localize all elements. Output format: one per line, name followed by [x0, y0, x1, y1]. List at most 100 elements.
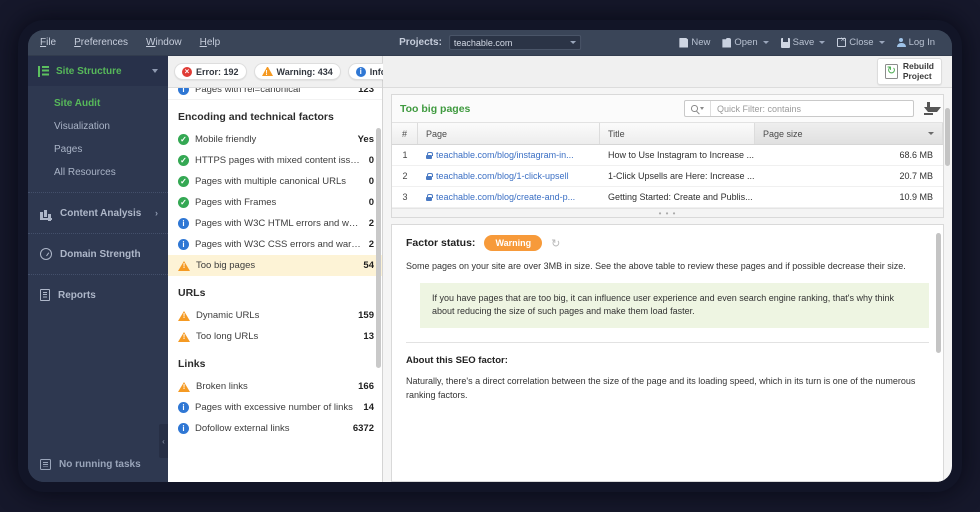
factor-value: Yes [357, 134, 374, 145]
toolbar-save-label: Save [792, 37, 815, 48]
factor-row-w3c-css[interactable]: Pages with W3C CSS errors and warnings 2 [168, 234, 382, 255]
factors-scrollbar[interactable] [376, 128, 381, 368]
factor-value: 0 [368, 197, 374, 208]
menu-window[interactable]: Window [146, 37, 182, 48]
factor-row-too-big-pages[interactable]: Too big pages 54 [168, 255, 382, 276]
table-row[interactable]: 1 teachable.com/blog/instagram-in... How… [392, 145, 943, 166]
running-tasks-status[interactable]: No running tasks [28, 446, 168, 482]
project-dropdown[interactable]: teachable.com [448, 35, 581, 50]
gauge-icon [40, 248, 52, 260]
sidebar-item-site-audit[interactable]: Site Audit [28, 92, 168, 115]
sidebar-section-site-structure[interactable]: Site Structure [28, 56, 168, 86]
row-page-size: 68.6 MB [899, 150, 933, 160]
row-number: 3 [402, 192, 408, 202]
sidebar-item-domain-strength[interactable]: Domain Strength [28, 234, 168, 274]
results-table-title: Too big pages [400, 102, 471, 115]
status-badge-label: Warning: 434 [276, 66, 333, 77]
open-folder-icon [722, 37, 732, 48]
sidebar-collapse-handle[interactable]: ‹ [159, 424, 168, 458]
factor-row-dynamic-urls[interactable]: Dynamic URLs 159 [168, 305, 382, 326]
rebuild-line1: Rebuild [902, 60, 934, 71]
sidebar-item-content-analysis[interactable]: Content Analysis › [28, 193, 168, 233]
column-header-title[interactable]: Title [600, 123, 755, 144]
factor-row-clipped[interactable]: Pages with rel=canonical 123 [168, 88, 382, 100]
info-icon [178, 402, 189, 413]
sidebar-item-all-resources[interactable]: All Resources [28, 161, 168, 184]
search-icon [691, 105, 698, 112]
sidebar-item-pages[interactable]: Pages [28, 138, 168, 161]
chevron-down-icon[interactable] [152, 69, 158, 73]
warning-icon [178, 381, 190, 392]
refresh-icon[interactable]: ↻ [551, 237, 560, 250]
detail-body: Too big pages Quick Filter: contains # P… [383, 88, 952, 482]
rebuild-project-button[interactable]: Rebuild Project [876, 57, 942, 86]
detail-panel: Rebuild Project Too big pages [383, 56, 952, 482]
factor-row-w3c-html[interactable]: Pages with W3C HTML errors and warnin...… [168, 213, 382, 234]
panel-resize-grip[interactable]: • • • [392, 208, 943, 218]
chevron-down-icon[interactable] [762, 41, 769, 44]
factor-row-too-long-urls[interactable]: Too long URLs 13 [168, 326, 382, 347]
success-icon [178, 155, 189, 166]
toolbar-save-button[interactable]: Save [776, 35, 831, 50]
sidebar-subitems: Site Audit Visualization Pages All Resou… [28, 86, 168, 193]
sidebar-item-reports[interactable]: Reports [28, 275, 168, 315]
status-badge-warning[interactable]: Warning: 434 [253, 63, 341, 80]
tasks-icon [40, 458, 51, 470]
toolbar-close-label: Close [849, 37, 874, 48]
menu-help[interactable]: Help [200, 37, 221, 48]
detail-scrollbar[interactable] [936, 233, 941, 353]
factor-value: 2 [368, 239, 374, 250]
factor-row-broken-links[interactable]: Broken links 166 [168, 376, 382, 397]
search-icon-group[interactable] [685, 101, 711, 116]
row-page-link[interactable]: teachable.com/blog/instagram-in... [436, 150, 574, 160]
factor-group-title: Links [178, 358, 206, 370]
toolbar-close-button[interactable]: Close [832, 35, 889, 50]
table-row[interactable]: 2 teachable.com/blog/1-click-upsell 1-Cl… [392, 166, 943, 187]
chevron-down-icon[interactable] [878, 41, 885, 44]
toolbar-open-label: Open [734, 37, 758, 48]
menu-file[interactable]: File [40, 37, 56, 48]
close-box-icon [837, 35, 847, 47]
factor-row-multiple-canonical[interactable]: Pages with multiple canonical URLs 0 [168, 171, 382, 192]
lock-icon [426, 172, 433, 180]
report-icon [40, 289, 50, 301]
chevron-right-icon: › [155, 208, 158, 218]
column-header-page-size[interactable]: Page size [755, 123, 943, 144]
sidebar-group-reports: Reports [28, 275, 168, 315]
factor-row-excessive-links[interactable]: Pages with excessive number of links 14 [168, 397, 382, 418]
table-scrollbar[interactable] [945, 108, 950, 166]
factor-row-mobile-friendly[interactable]: Mobile friendly Yes [168, 129, 382, 150]
table-row[interactable]: 3 teachable.com/blog/create-and-p... Get… [392, 187, 943, 208]
row-page-link[interactable]: teachable.com/blog/1-click-upsell [436, 171, 569, 181]
row-number: 1 [402, 150, 408, 160]
factor-label: Pages with W3C CSS errors and warnings [195, 239, 363, 250]
toolbar-login-button[interactable]: Log In [892, 35, 940, 50]
column-header-page[interactable]: Page [418, 123, 600, 144]
sidebar: Site Structure Site Audit Visualization … [28, 56, 168, 482]
factor-label: Pages with rel=canonical [195, 88, 301, 95]
toolbar-new-label: New [691, 37, 711, 48]
chevron-down-icon[interactable] [819, 41, 826, 44]
column-header-num[interactable]: # [392, 123, 418, 144]
factor-row-dofollow-external[interactable]: Dofollow external links 6372 [168, 418, 382, 439]
toolbar-open-button[interactable]: Open [717, 35, 773, 50]
warning-icon [261, 67, 273, 77]
factor-row-https-mixed-content[interactable]: HTTPS pages with mixed content issues 0 [168, 150, 382, 171]
rebuild-label: Rebuild Project [902, 60, 934, 82]
factor-value: 6372 [352, 423, 374, 434]
status-badge-error[interactable]: Error: 192 [174, 63, 247, 80]
sidebar-item-label: Domain Strength [60, 248, 141, 260]
app-body: Site Structure Site Audit Visualization … [28, 56, 952, 482]
quick-filter-input[interactable]: Quick Filter: contains [684, 100, 914, 117]
factor-row-frames[interactable]: Pages with Frames 0 [168, 192, 382, 213]
row-page-link[interactable]: teachable.com/blog/create-and-p... [436, 192, 575, 202]
chevron-down-icon [699, 107, 704, 110]
download-icon[interactable] [922, 102, 941, 115]
factors-list[interactable]: Pages with rel=canonical 123 Encoding an… [168, 88, 382, 482]
factor-value: 0 [368, 176, 374, 187]
row-page: teachable.com/blog/create-and-p... [418, 192, 600, 202]
sidebar-item-visualization[interactable]: Visualization [28, 115, 168, 138]
factor-value: 54 [363, 260, 374, 271]
toolbar-new-button[interactable]: New [674, 35, 715, 50]
menu-preferences[interactable]: Preferences [74, 37, 128, 48]
